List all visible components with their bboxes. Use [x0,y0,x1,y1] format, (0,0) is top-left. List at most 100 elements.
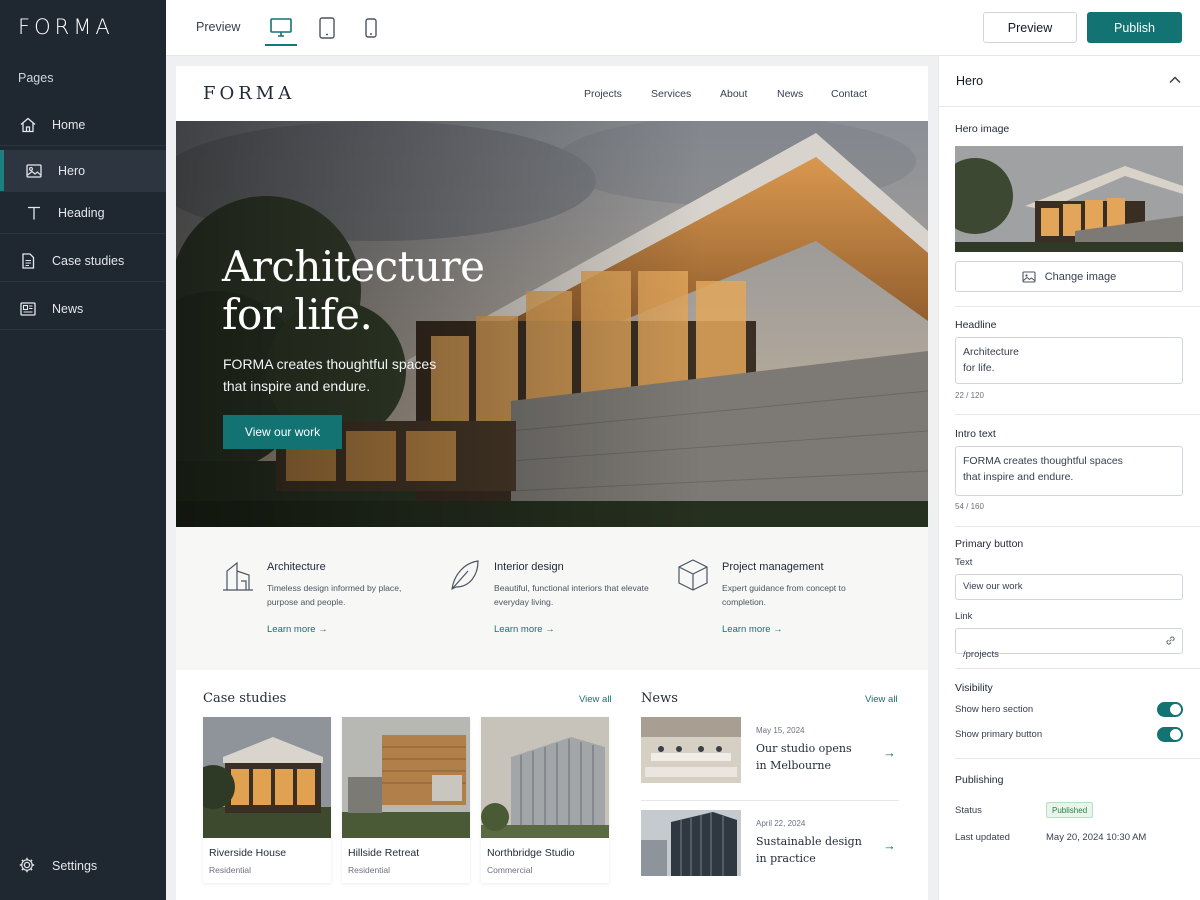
sidebar-item-case-studies[interactable]: Case studies [0,240,166,282]
case-studies-view-all-link[interactable]: View all [579,694,612,705]
service-description: Expert guidance from concept to completi… [722,583,846,607]
service-title: Interior design [494,561,564,573]
case-study-card[interactable]: Hillside Retreat Residential [342,717,470,883]
properties-panel: Hero Hero image Change image Headline Ar… [938,56,1200,900]
intro-char-count: 54 / 160 [955,502,984,511]
sidebar-item-heading[interactable]: Heading [0,192,166,234]
case-study-category: Residential [348,865,391,875]
news-image [641,717,741,783]
sidebar-item-hero[interactable]: Hero [0,150,166,192]
case-study-image [481,717,609,838]
preview-mode-label: Preview [196,20,241,34]
tablet-icon [319,17,335,39]
arrow-right-icon[interactable]: → [883,745,896,760]
service-learn-more-link[interactable]: Learn more → [494,624,555,635]
sidebar-item-news[interactable]: News [0,288,166,330]
button-text-label: Text [955,557,973,568]
mobile-device-button[interactable] [355,14,387,42]
news-date: May 15, 2024 [756,726,805,735]
site-nav-projects[interactable]: Projects [584,88,622,100]
sidebar: FORMA Pages Home Hero Heading Case studi… [0,0,166,900]
case-study-image [342,717,470,838]
chevron-up-icon[interactable] [1168,73,1182,87]
service-description: Beautiful, functional interiors that ele… [494,583,649,607]
service-description: Timeless design informed by place, purpo… [267,583,402,607]
divider [955,758,1200,759]
link-icon [1166,636,1175,645]
sidebar-item-label: Case studies [52,253,125,268]
desktop-icon [270,18,292,37]
tablet-device-button[interactable] [311,14,343,42]
divider [641,800,899,801]
case-study-card[interactable]: Riverside House Residential [203,717,331,883]
news-item[interactable]: May 15, 2024 Our studio opens in Melbour… [641,717,899,791]
status-badge: Published [1046,802,1094,818]
sidebar-item-home[interactable]: Home [0,104,166,146]
button-text-field[interactable]: View our work [955,574,1183,600]
news-view-all-link[interactable]: View all [865,694,898,705]
services-section: Architecture Timeless design informed by… [176,527,928,670]
service-learn-more-link[interactable]: Learn more → [722,624,783,635]
home-icon [18,115,38,135]
sidebar-item-label: News [52,301,84,316]
headline-char-count: 22 / 120 [955,391,984,400]
show-button-toggle[interactable] [1157,727,1183,742]
divider [955,668,1200,669]
hero-image-label: Hero image [955,123,1010,135]
change-image-button[interactable]: Change image [955,261,1183,292]
publishing-label: Publishing [955,774,1004,786]
hero-subtitle[interactable]: FORMA creates thoughtful spaces that ins… [223,353,463,397]
publish-button[interactable]: Publish [1087,12,1182,43]
last-updated-label: Last updated [955,832,1010,843]
panel-title: Hero [956,74,984,88]
service-title: Project management [722,561,824,573]
arrow-right-icon[interactable]: → [883,838,896,853]
image-icon [1022,270,1036,283]
site-nav-contact[interactable]: Contact [831,88,867,100]
show-hero-label: Show hero section [955,704,1034,715]
preview-button[interactable]: Preview [983,12,1077,43]
site-nav-news[interactable]: News [777,88,803,100]
site-preview: FORMA Projects Services About News Conta… [176,66,928,900]
intro-text-field[interactable]: FORMA creates thoughtful spaces that ins… [955,446,1183,496]
hero-section[interactable]: Architecture for life. FORMA creates tho… [176,121,928,527]
settings-button[interactable]: Settings [0,850,166,882]
divider [955,414,1200,415]
desktop-device-button[interactable] [265,14,297,46]
app-logo: FORMA [18,15,114,39]
primary-button-label: Primary button [955,538,1024,550]
newspaper-icon [18,299,38,319]
site-nav-services[interactable]: Services [651,88,691,100]
news-date: April 22, 2024 [756,819,806,828]
case-study-title: Riverside House [209,847,287,859]
hero-cta-button[interactable]: View our work [223,415,342,449]
news-title: News [641,691,678,706]
sidebar-item-label: Home [52,117,86,132]
editor-canvas: FORMA Projects Services About News Conta… [166,56,938,900]
change-image-label: Change image [1044,270,1117,283]
intro-text-label: Intro text [955,428,996,440]
text-icon [24,203,44,223]
button-link-field[interactable]: /projects [955,628,1183,660]
news-item[interactable]: April 22, 2024 Sustainable design in pra… [641,810,899,884]
pages-section-label: Pages [18,71,54,85]
sidebar-item-label: Hero [58,163,86,178]
service-title: Architecture [267,561,326,573]
hero-title[interactable]: Architecture for life. [222,243,485,339]
hero-image-thumbnail [955,146,1183,252]
case-study-category: Residential [209,865,252,875]
case-study-card[interactable]: Northbridge Studio Commercial [481,717,609,883]
visibility-label: Visibility [955,682,993,694]
site-logo[interactable]: FORMA [203,83,295,104]
site-nav-about[interactable]: About [720,88,747,100]
service-learn-more-link[interactable]: Learn more → [267,624,328,635]
headline-field[interactable]: Architecture for life. [955,337,1183,384]
show-hero-toggle[interactable] [1157,702,1183,717]
headline-label: Headline [955,319,997,331]
button-link-label: Link [955,611,973,622]
settings-label: Settings [52,859,98,873]
divider [955,306,1200,307]
divider [955,526,1200,527]
panel-header[interactable]: Hero [939,56,1200,107]
show-button-label: Show primary button [955,729,1043,740]
